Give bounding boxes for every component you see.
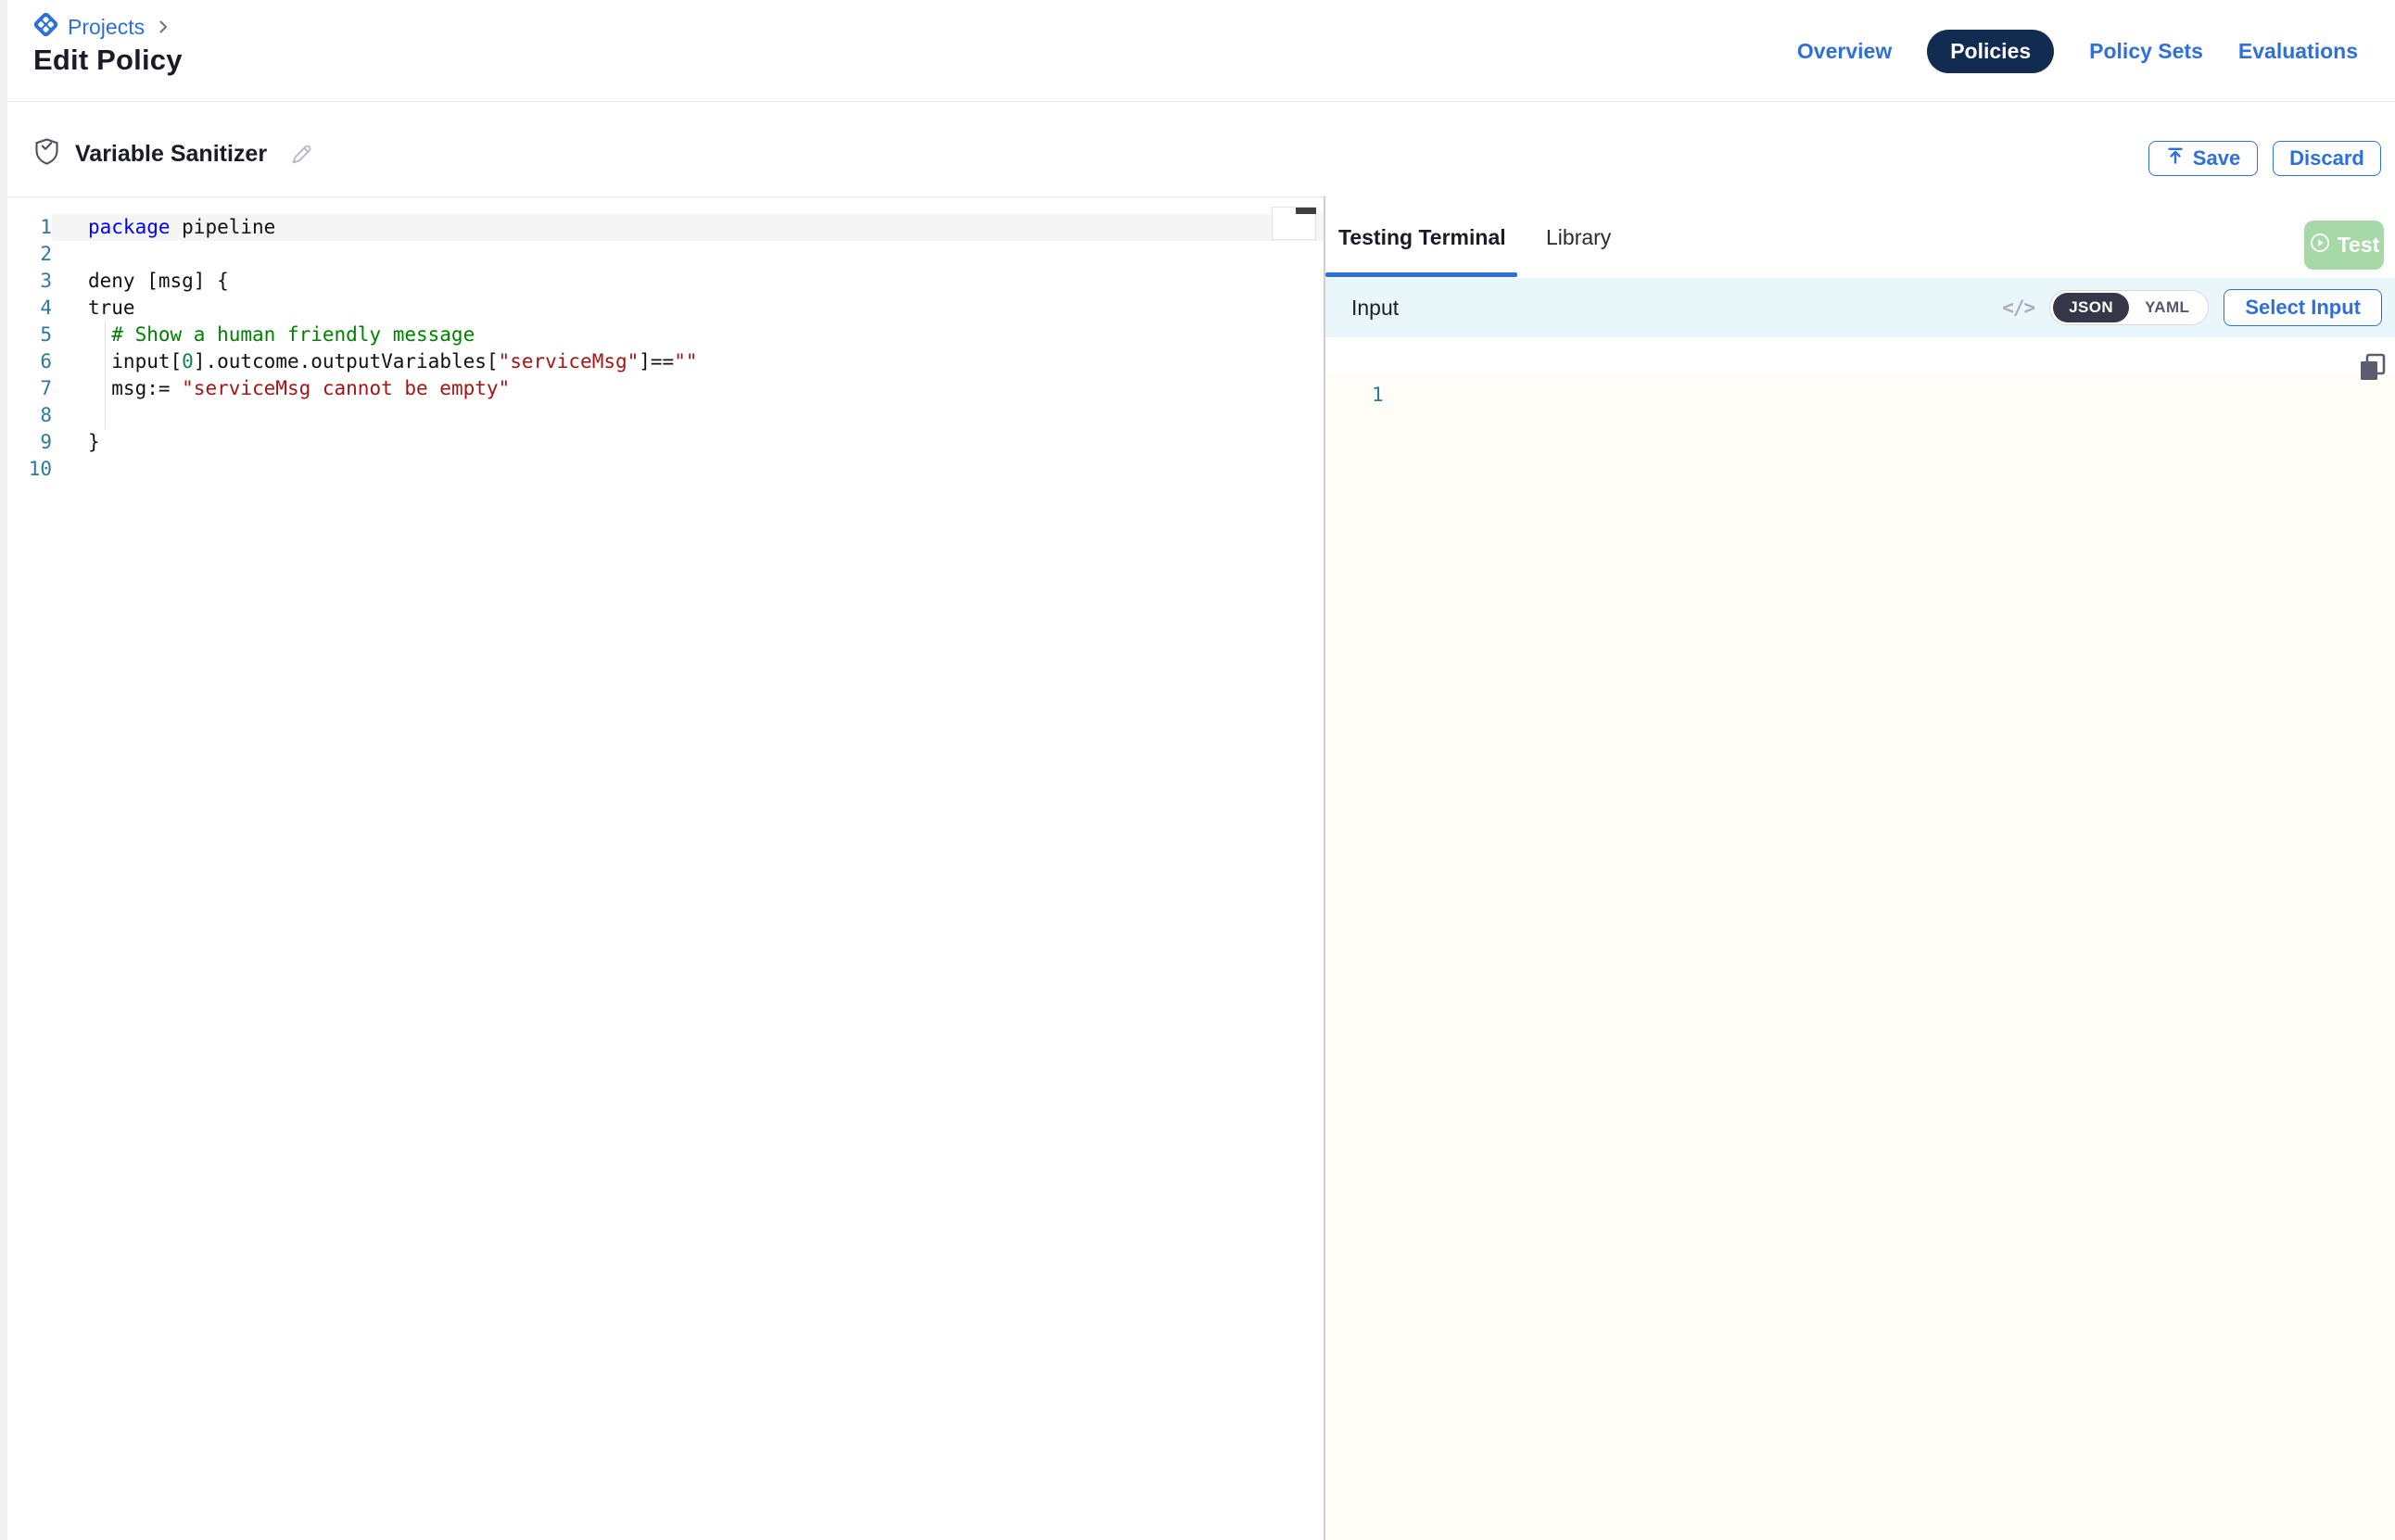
nav-item-policies[interactable]: Policies bbox=[1927, 30, 2054, 73]
input-editor-line-number: 1 bbox=[1325, 382, 1384, 409]
code-line[interactable]: 4true bbox=[7, 295, 1324, 322]
format-toggle: JSON YAML bbox=[2049, 290, 2209, 325]
policy-code-editor[interactable]: 1package pipeline23deny [msg] {4true5 # … bbox=[7, 196, 1324, 1540]
line-number: 6 bbox=[7, 348, 52, 375]
nav-item-policy-sets[interactable]: Policy Sets bbox=[2089, 39, 2203, 64]
testing-panel: Testing Terminal Library Test Input bbox=[1325, 196, 2395, 1540]
code-line[interactable]: 9} bbox=[7, 429, 1324, 456]
code-line[interactable]: 10 bbox=[7, 456, 1324, 483]
code-line[interactable]: 3deny [msg] { bbox=[7, 268, 1324, 295]
line-number: 3 bbox=[7, 268, 52, 295]
format-option-yaml[interactable]: YAML bbox=[2129, 293, 2205, 322]
toolbar-actions: Save Discard bbox=[2148, 141, 2381, 176]
format-option-json[interactable]: JSON bbox=[2053, 293, 2129, 322]
play-circle-icon bbox=[2309, 232, 2331, 259]
policy-toolbar: Variable Sanitizer Save bbox=[0, 102, 2395, 196]
input-controls: </> JSON YAML Select Input bbox=[2002, 289, 2382, 326]
line-number: 8 bbox=[7, 402, 52, 429]
code-line[interactable]: 8 bbox=[7, 402, 1324, 429]
testing-tabs-row: Testing Terminal Library Test bbox=[1325, 196, 2395, 278]
save-button-label: Save bbox=[2193, 146, 2240, 170]
line-number: 2 bbox=[7, 241, 52, 268]
tab-library[interactable]: Library bbox=[1546, 225, 1611, 250]
line-content: input[0].outcome.outputVariables["servic… bbox=[52, 348, 1324, 375]
line-content bbox=[52, 456, 1324, 483]
nav-item-overview[interactable]: Overview bbox=[1797, 39, 1892, 64]
code-line[interactable]: 2 bbox=[7, 241, 1324, 268]
input-label: Input bbox=[1351, 296, 1399, 321]
save-button[interactable]: Save bbox=[2148, 141, 2258, 176]
code-line[interactable]: 6 input[0].outcome.outputVariables["serv… bbox=[7, 348, 1324, 375]
nav-item-evaluations[interactable]: Evaluations bbox=[2238, 39, 2358, 64]
breadcrumb-projects-link[interactable]: Projects bbox=[68, 15, 145, 40]
line-number: 10 bbox=[7, 456, 52, 483]
line-content: true bbox=[52, 295, 1324, 322]
code-line[interactable]: 7 msg:= "serviceMsg cannot be empty" bbox=[7, 375, 1324, 402]
test-button-label: Test bbox=[2338, 233, 2380, 258]
app-header: Projects Edit Policy Overview Policies P… bbox=[0, 0, 2395, 102]
policy-shield-check-icon bbox=[33, 137, 60, 170]
line-content: # Show a human friendly message bbox=[52, 322, 1324, 348]
discard-button-label: Discard bbox=[2289, 146, 2364, 170]
policy-identity: Variable Sanitizer bbox=[33, 137, 314, 170]
line-number: 9 bbox=[7, 429, 52, 456]
code-lines: 1package pipeline23deny [msg] {4true5 # … bbox=[7, 214, 1324, 483]
top-nav: Overview Policies Policy Sets Evaluation… bbox=[1797, 0, 2358, 102]
line-number: 4 bbox=[7, 295, 52, 322]
input-editor-surface bbox=[1325, 374, 2395, 1540]
chevron-right-icon bbox=[154, 18, 172, 36]
upload-icon bbox=[2166, 146, 2185, 170]
copy-icon[interactable] bbox=[2356, 352, 2389, 387]
page-title: Edit Policy bbox=[33, 44, 183, 77]
code-line[interactable]: 5 # Show a human friendly message bbox=[7, 322, 1324, 348]
select-input-button[interactable]: Select Input bbox=[2224, 289, 2382, 326]
minimap-slider bbox=[1296, 208, 1316, 214]
line-content bbox=[52, 241, 1324, 268]
window-edge-strip bbox=[0, 0, 7, 1540]
active-tab-underline bbox=[1325, 272, 1517, 277]
line-content: package pipeline bbox=[52, 214, 1324, 241]
input-json-editor[interactable]: 1 bbox=[1325, 337, 2395, 1540]
projects-grid-icon bbox=[33, 12, 58, 42]
discard-button[interactable]: Discard bbox=[2273, 141, 2381, 176]
main-split: 1package pipeline23deny [msg] {4true5 # … bbox=[0, 196, 2395, 1540]
line-content: } bbox=[52, 429, 1324, 456]
code-line[interactable]: 1package pipeline bbox=[7, 214, 1324, 241]
line-content bbox=[52, 402, 1324, 429]
line-number: 1 bbox=[7, 214, 52, 241]
line-content: deny [msg] { bbox=[52, 268, 1324, 295]
input-section-header: Input </> JSON YAML Select Input bbox=[1325, 278, 2395, 337]
tab-testing-terminal[interactable]: Testing Terminal bbox=[1338, 225, 1506, 250]
test-button[interactable]: Test bbox=[2304, 221, 2384, 270]
line-content: msg:= "serviceMsg cannot be empty" bbox=[52, 375, 1324, 402]
breadcrumb: Projects bbox=[33, 12, 172, 42]
edit-name-pencil-icon[interactable] bbox=[289, 142, 314, 167]
code-brackets-icon: </> bbox=[2002, 297, 2034, 319]
line-number: 7 bbox=[7, 375, 52, 402]
indent-guide bbox=[105, 322, 106, 429]
line-number: 5 bbox=[7, 322, 52, 348]
policy-name: Variable Sanitizer bbox=[75, 141, 267, 168]
edit-policy-page: Projects Edit Policy Overview Policies P… bbox=[0, 0, 2395, 1540]
